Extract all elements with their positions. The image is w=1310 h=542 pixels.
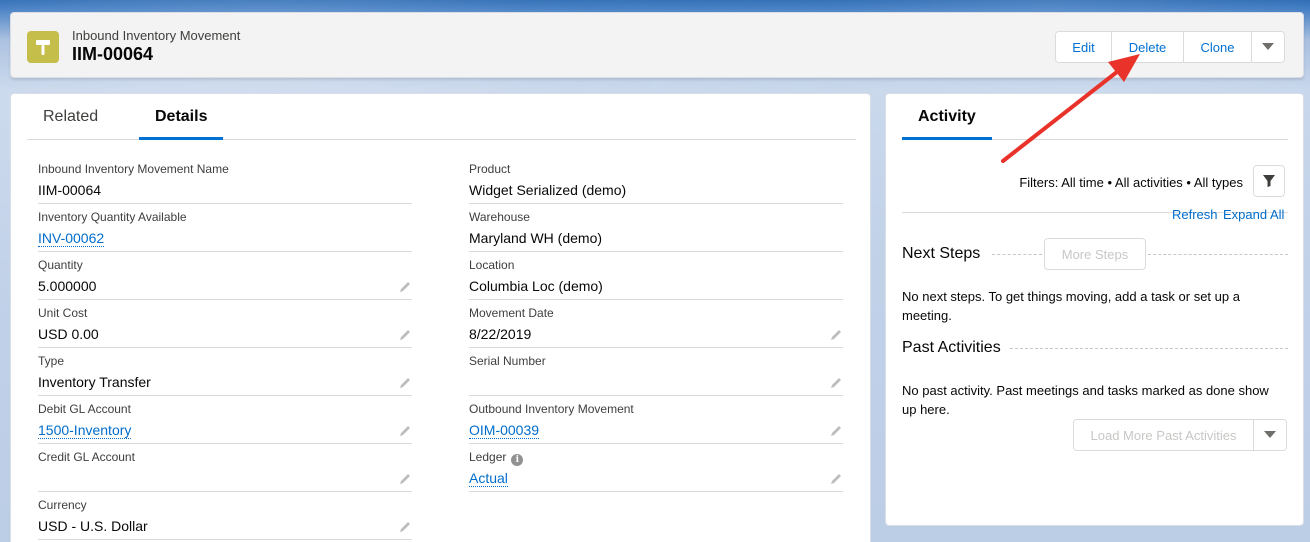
pencil-icon[interactable] [829,328,843,342]
tab-details[interactable]: Details [139,94,224,140]
field-unit-cost: Unit Cost USD 0.00 [38,306,412,348]
field-value: Columbia Loc (demo) [469,278,603,294]
ledger-link[interactable]: Actual [469,470,508,487]
field-label: Quantity [38,258,83,272]
field-location: Location Columbia Loc (demo) [469,258,843,300]
field-label: Type [38,354,65,368]
more-steps-button[interactable]: More Steps [1044,238,1146,270]
field-label: Outbound Inventory Movement [469,402,634,416]
debit-gl-link[interactable]: 1500-Inventory [38,422,132,439]
field-label: Inbound Inventory Movement Name [38,162,229,176]
chevron-down-icon [1262,43,1274,50]
past-activities-message: No past activity. Past meetings and task… [902,383,1269,417]
divider [1010,348,1288,349]
field-label: Inventory Quantity Available [38,210,187,224]
next-steps-message: No next steps. To get things moving, add… [902,289,1240,323]
field-outbound-movement: Outbound Inventory Movement OIM-00039 [469,402,843,444]
load-more-group: Load More Past Activities [1073,419,1287,451]
field-value: Widget Serialized (demo) [469,182,627,198]
action-buttons: Edit Delete Clone [1055,31,1285,63]
pencil-icon[interactable] [829,472,843,486]
field-label: Location [469,258,515,272]
field-inventory-quantity: Inventory Quantity Available INV-00062 [38,210,412,252]
pencil-icon[interactable] [829,424,843,438]
field-credit-gl: Credit GL Account [38,450,412,492]
past-activities-title: Past Activities [902,339,1001,356]
inventory-link[interactable]: INV-00062 [38,230,105,247]
pencil-icon[interactable] [398,376,412,390]
next-steps-title: Next Steps [902,245,981,262]
clone-button[interactable]: Clone [1184,32,1252,62]
filter-button[interactable] [1253,165,1285,197]
field-label: Warehouse [469,210,530,224]
field-movement-date: Movement Date 8/22/2019 [469,306,843,348]
field-value: USD - U.S. Dollar [38,518,148,534]
field-label: Currency [38,498,87,512]
edit-button[interactable]: Edit [1056,32,1112,62]
field-debit-gl: Debit GL Account 1500-Inventory [38,402,412,444]
divider [992,254,1042,255]
field-label: Movement Date [469,306,554,320]
field-ledger: Ledger i Actual [469,450,843,492]
refresh-link[interactable]: Refresh [1172,207,1218,222]
chevron-down-icon [1264,431,1276,438]
pencil-icon[interactable] [398,280,412,294]
field-product: Product Widget Serialized (demo) [469,162,843,204]
field-warehouse: Warehouse Maryland WH (demo) [469,210,843,252]
details-card: Related Details Inbound Inventory Moveme… [10,93,871,542]
more-actions-button[interactable] [1252,32,1284,62]
activity-tabs: Activity [902,94,1288,140]
pencil-icon[interactable] [829,376,843,390]
field-quantity: Quantity 5.000000 [38,258,412,300]
field-value: USD 0.00 [38,326,99,342]
field-label: Product [469,162,511,176]
field-label: Debit GL Account [38,402,131,416]
tab-related[interactable]: Related [43,94,98,140]
object-label: Inbound Inventory Movement [72,28,241,43]
pencil-icon[interactable] [398,520,412,534]
field-value: IIM-00064 [38,182,102,198]
pencil-icon[interactable] [398,328,412,342]
activity-card: Activity Filters: All time • All activit… [885,93,1304,526]
filter-icon [1263,175,1275,187]
filters-summary: Filters: All time • All activities • All… [1019,175,1243,190]
field-name: Inbound Inventory Movement Name IIM-0006… [38,162,412,204]
field-label: Ledger i [469,450,524,466]
load-more-button[interactable]: Load More Past Activities [1074,420,1254,450]
pencil-icon[interactable] [398,424,412,438]
field-value: Inventory Transfer [38,374,151,390]
field-type: Type Inventory Transfer [38,354,412,396]
divider [1148,254,1288,255]
field-label: Serial Number [469,354,546,368]
pencil-icon[interactable] [398,472,412,486]
ledger-label: Ledger [469,450,507,464]
outbound-movement-link[interactable]: OIM-00039 [469,422,540,439]
field-currency: Currency USD - U.S. Dollar [38,498,412,540]
field-value: Maryland WH (demo) [469,230,603,246]
record-header: Inbound Inventory Movement IIM-00064 Edi… [10,12,1304,78]
field-serial-number: Serial Number [469,354,843,396]
info-icon[interactable]: i [511,454,524,466]
load-more-menu-button[interactable] [1254,420,1286,450]
delete-button[interactable]: Delete [1112,32,1184,62]
field-label: Unit Cost [38,306,88,320]
hammer-icon [27,31,59,63]
record-tabs: Related Details [27,94,856,140]
field-value: 8/22/2019 [469,326,532,342]
field-label: Credit GL Account [38,450,135,464]
record-title: IIM-00064 [72,44,154,64]
tab-activity[interactable]: Activity [902,94,992,140]
expand-all-link[interactable]: Expand All [1223,207,1284,222]
field-value: 5.000000 [38,278,97,294]
